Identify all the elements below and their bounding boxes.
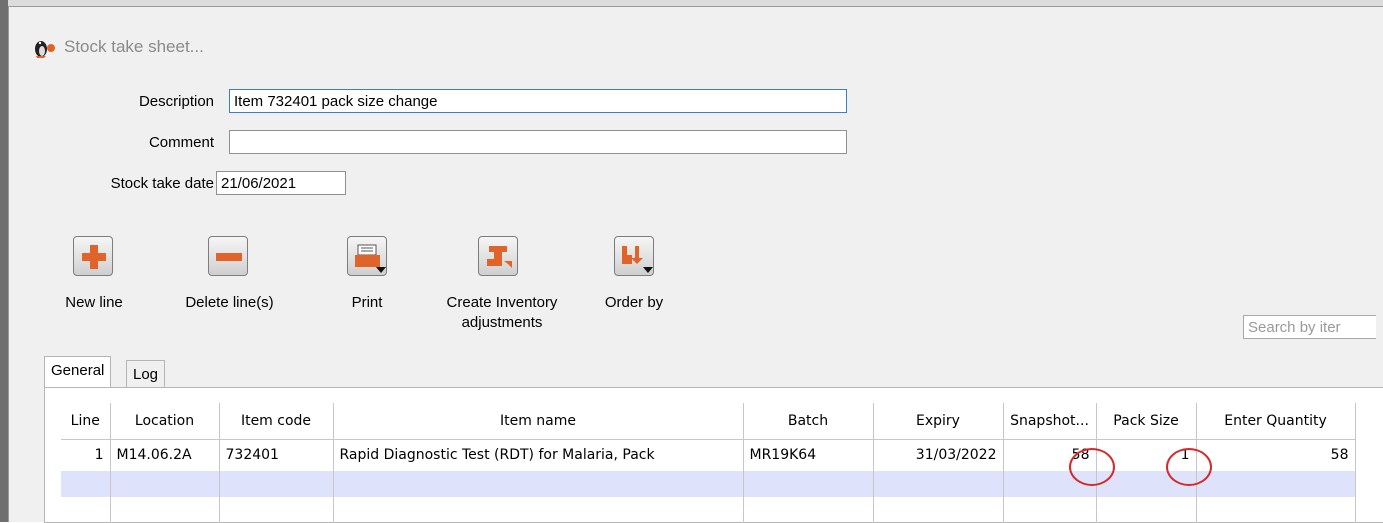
empty-cell: [1096, 471, 1197, 497]
stock-take-lines-table: Line Location Item code Item name Batch …: [61, 403, 1356, 523]
empty-cell: [873, 471, 1004, 497]
title-bar: Stock take sheet...: [9, 7, 1383, 65]
cell-snapshot: 58: [1003, 439, 1097, 471]
empty-cell: [110, 497, 220, 523]
column-header-location[interactable]: Location: [110, 403, 220, 440]
empty-cell: [1003, 471, 1097, 497]
description-field[interactable]: [229, 89, 847, 113]
cell-pack-size[interactable]: 1: [1096, 439, 1197, 471]
stock-take-date-field[interactable]: [216, 171, 346, 195]
empty-cell: [110, 471, 220, 497]
minus-icon: [216, 253, 242, 261]
order-by-label[interactable]: Order by: [599, 293, 669, 313]
column-header-snapshot[interactable]: Snapshot...: [1003, 403, 1097, 440]
cell-line: 1: [61, 439, 111, 471]
column-header-item-name[interactable]: Item name: [333, 403, 744, 440]
new-line-label[interactable]: New line: [59, 293, 129, 313]
column-header-line[interactable]: Line: [61, 403, 111, 440]
create-adjustments-label-line2[interactable]: adjustments: [427, 313, 577, 333]
empty-cell: [333, 497, 744, 523]
empty-cell: [333, 471, 744, 497]
sort-order-icon: [622, 246, 653, 273]
inventory-adjust-icon: [487, 246, 512, 268]
printer-icon: [355, 244, 386, 273]
cell-item-name: Rapid Diagnostic Test (RDT) for Malaria,…: [333, 439, 744, 471]
cell-item-code: 732401: [219, 439, 334, 471]
empty-cell: [219, 471, 334, 497]
description-label: Description: [138, 93, 214, 110]
column-header-item-code[interactable]: Item code: [219, 403, 334, 440]
empty-cell: [1096, 497, 1197, 523]
background-window-edge: [0, 0, 8, 522]
print-label[interactable]: Print: [332, 293, 402, 313]
column-header-batch[interactable]: Batch: [743, 403, 874, 440]
cell-batch: MR19K64: [743, 439, 874, 471]
penguin-app-icon: [32, 36, 56, 60]
empty-cell: [873, 497, 1004, 523]
empty-cell: [1196, 497, 1356, 523]
create-adjustments-label-line1[interactable]: Create Inventory: [427, 293, 577, 313]
tab-general[interactable]: General: [44, 356, 112, 388]
print-button[interactable]: [347, 236, 387, 276]
column-header-pack-size[interactable]: Pack Size: [1096, 403, 1197, 440]
tab-log[interactable]: Log: [126, 360, 166, 388]
order-by-button[interactable]: [614, 236, 654, 276]
table-header-row: Line Location Item code Item name Batch …: [61, 403, 1356, 440]
empty-cell: [219, 497, 334, 523]
empty-cell: [61, 497, 111, 523]
delete-lines-label[interactable]: Delete line(s): [172, 293, 287, 313]
new-line-button[interactable]: [73, 236, 113, 276]
column-header-expiry[interactable]: Expiry: [873, 403, 1004, 440]
plus-icon: [82, 245, 106, 269]
create-inventory-adjustments-button[interactable]: [478, 236, 518, 276]
table-row-selected-empty[interactable]: [61, 471, 1356, 497]
stock-take-window: Stock take sheet... Description Comment …: [8, 6, 1383, 523]
search-input[interactable]: Search by iter: [1243, 315, 1376, 339]
comment-label: Comment: [148, 134, 214, 151]
empty-cell: [743, 497, 874, 523]
table-row[interactable]: 1 M14.06.2A 732401 Rapid Diagnostic Test…: [61, 439, 1356, 471]
column-header-enter-quantity[interactable]: Enter Quantity: [1196, 403, 1356, 440]
empty-cell: [1003, 497, 1097, 523]
comment-field[interactable]: [229, 130, 847, 154]
empty-cell: [1196, 471, 1356, 497]
cell-location: M14.06.2A: [110, 439, 220, 471]
empty-cell: [743, 471, 874, 497]
stock-take-date-label: Stock take date: [110, 175, 214, 192]
empty-cell: [61, 471, 111, 497]
cell-expiry: 31/03/2022: [873, 439, 1004, 471]
table-row-empty[interactable]: [61, 497, 1356, 523]
window-title: Stock take sheet...: [64, 37, 204, 56]
delete-lines-button[interactable]: [208, 236, 248, 276]
cell-enter-quantity[interactable]: 58: [1196, 439, 1356, 471]
